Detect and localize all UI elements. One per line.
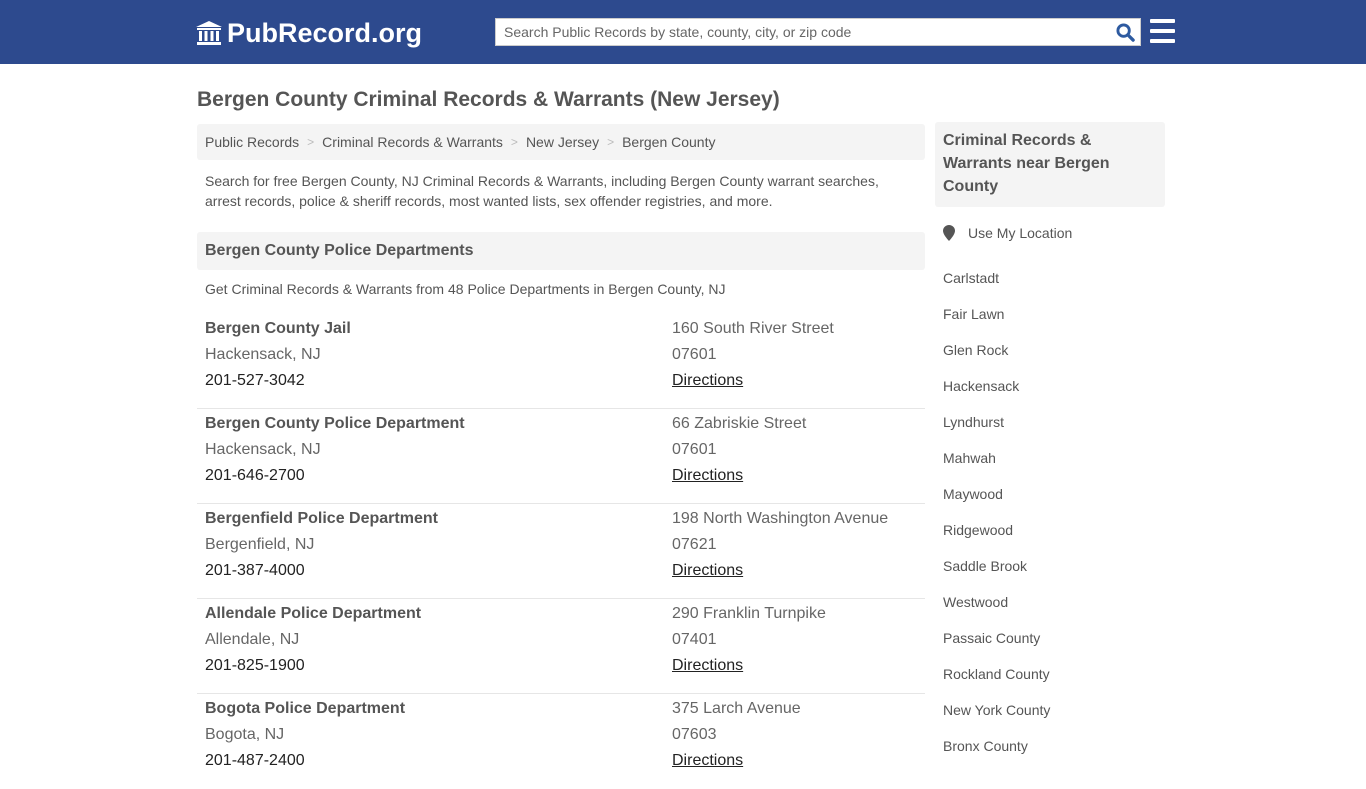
sidebar-item-westwood[interactable]: Westwood [943,594,1008,610]
nearby-locations-list: Use My Location Carlstadt Fair Lawn Glen… [943,224,1163,764]
list-item: Bergenfield Police Department Bergenfiel… [197,504,925,599]
section-subheading: Get Criminal Records & Warrants from 48 … [205,281,726,297]
search-input[interactable] [496,19,1110,45]
hamburger-menu-button[interactable] [1150,19,1175,43]
page-title: Bergen County Criminal Records & Warrant… [197,88,780,111]
list-item: Allendale Police Department Allendale, N… [197,599,925,694]
department-phone: 201-527-3042 [205,372,305,389]
list-item: Bergen County Jail Hackensack, NJ 201-52… [197,314,925,409]
site-logo[interactable]: PubRecord.org [195,17,422,49]
sidebar-item-fair-lawn[interactable]: Fair Lawn [943,306,1004,322]
department-phone: 201-825-1900 [205,657,305,674]
department-city: Bogota, NJ [205,726,285,743]
department-city: Bergenfield, NJ [205,536,315,553]
use-my-location-button[interactable]: Use My Location [943,224,1163,242]
menu-bar [1150,29,1175,33]
sidebar-item-mahwah[interactable]: Mahwah [943,450,996,466]
section-heading: Bergen County Police Departments [197,232,925,270]
department-city: Hackensack, NJ [205,441,321,458]
list-item: Bogota Police Department Bogota, NJ 201-… [197,694,925,789]
search-bar [495,18,1141,46]
sidebar-item-glen-rock[interactable]: Glen Rock [943,342,1008,358]
department-name: Bogota Police Department [205,700,406,717]
breadcrumb-item-new-jersey[interactable]: New Jersey [526,134,599,150]
sidebar-item-bronx-county[interactable]: Bronx County [943,738,1028,754]
department-city: Hackensack, NJ [205,346,321,363]
department-name: Allendale Police Department [205,605,422,622]
map-pin-icon [943,225,955,241]
breadcrumb-separator: > [307,135,315,149]
department-zip: 07401 [672,631,717,648]
list-item: Bergen County Police Department Hackensa… [197,409,925,504]
sidebar-item-hackensack[interactable]: Hackensack [943,378,1019,394]
sidebar-item-ridgewood[interactable]: Ridgewood [943,522,1013,538]
menu-bar [1150,39,1175,43]
department-address: 160 South River Street [672,320,834,337]
directions-link[interactable]: Directions [672,467,743,484]
breadcrumb-item-public-records[interactable]: Public Records [205,134,299,150]
department-zip: 07601 [672,441,717,458]
sidebar-item-saddle-brook[interactable]: Saddle Brook [943,558,1027,574]
department-phone: 201-387-4000 [205,562,305,579]
department-phone: 201-487-2400 [205,752,305,769]
department-zip: 07621 [672,536,717,553]
directions-link[interactable]: Directions [672,372,743,389]
department-phone: 201-646-2700 [205,467,305,484]
department-address: 290 Franklin Turnpike [672,605,826,622]
menu-bar [1150,19,1175,23]
directions-link[interactable]: Directions [672,752,743,769]
intro-text: Search for free Bergen County, NJ Crimin… [205,173,879,209]
logo-text: PubRecord.org [227,17,423,48]
breadcrumb-separator: > [510,135,518,149]
sidebar-item-new-york-county[interactable]: New York County [943,702,1050,718]
department-address: 66 Zabriskie Street [672,415,807,432]
sidebar-item-carlstadt[interactable]: Carlstadt [943,270,999,286]
breadcrumb-separator: > [607,135,615,149]
department-name: Bergen County Police Department [205,415,465,432]
sidebar-item-lyndhurst[interactable]: Lyndhurst [943,414,1004,430]
department-zip: 07601 [672,346,717,363]
department-city: Allendale, NJ [205,631,300,648]
directions-link[interactable]: Directions [672,562,743,579]
department-zip: 07603 [672,726,717,743]
search-icon [1115,22,1135,42]
top-navbar: PubRecord.org [0,0,1366,64]
sidebar-item-maywood[interactable]: Maywood [943,486,1003,502]
use-my-location-label: Use My Location [968,225,1073,241]
breadcrumb-item-criminal-records[interactable]: Criminal Records & Warrants [322,134,503,150]
breadcrumb-item-bergen-county[interactable]: Bergen County [622,134,715,150]
directions-link[interactable]: Directions [672,657,743,674]
search-button[interactable] [1110,19,1140,45]
sidebar-item-rockland-county[interactable]: Rockland County [943,666,1050,682]
department-name: Bergenfield Police Department [205,510,438,527]
courthouse-icon [196,21,222,45]
department-address: 375 Larch Avenue [672,700,801,717]
department-address: 198 North Washington Avenue [672,510,889,527]
sidebar-heading: Criminal Records & Warrants near Bergen … [935,122,1165,207]
breadcrumb: Public Records > Criminal Records & Warr… [197,124,925,160]
sidebar-item-passaic-county[interactable]: Passaic County [943,630,1040,646]
police-department-list: Bergen County Jail Hackensack, NJ 201-52… [197,314,925,789]
department-name: Bergen County Jail [205,320,351,337]
